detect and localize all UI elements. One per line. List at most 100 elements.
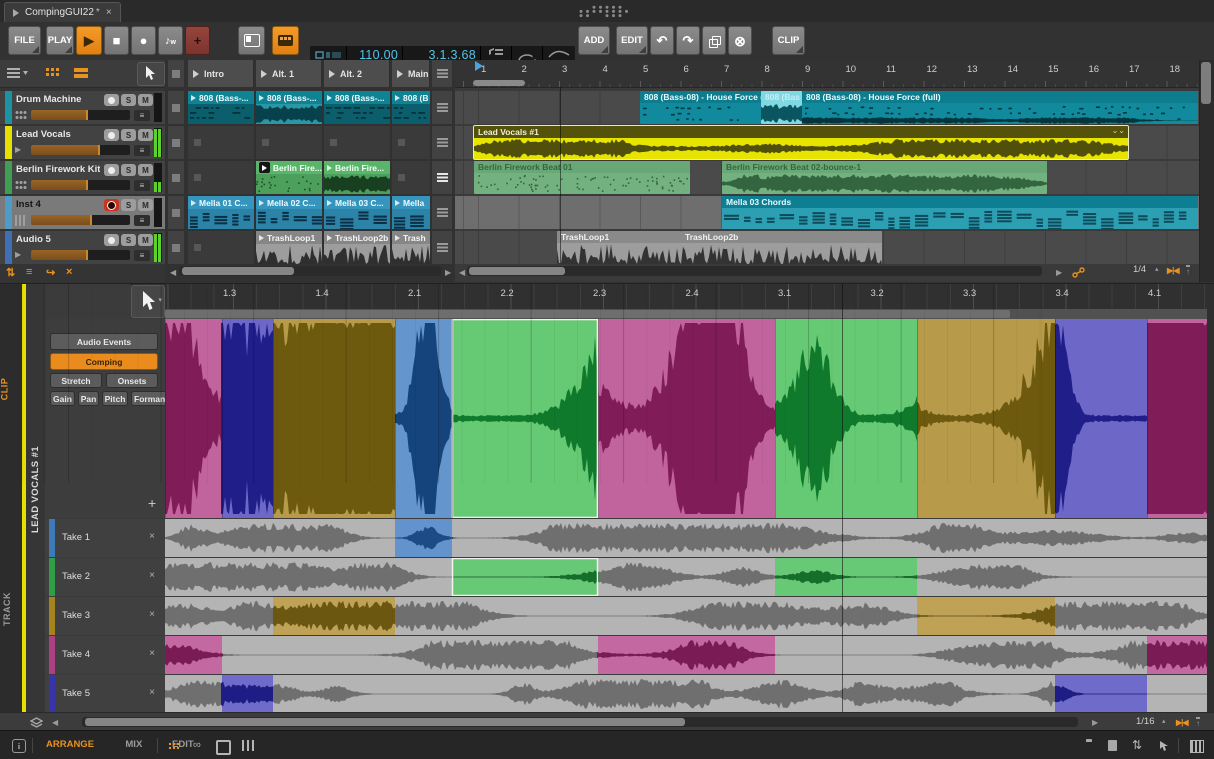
take-close-icon[interactable]: × (149, 570, 155, 581)
list-view-icon[interactable] (74, 68, 88, 79)
record-button[interactable]: ● (131, 26, 156, 55)
solo-button[interactable]: S (121, 234, 136, 246)
scene-launch-icon[interactable] (432, 196, 452, 229)
stop-all-clips-button[interactable] (168, 60, 184, 87)
scene-launch-icon[interactable] (432, 161, 452, 194)
scroll-right-arrow[interactable]: ▶ (1092, 718, 1098, 727)
editor-range-lit[interactable] (165, 310, 1010, 318)
clip-menu-button[interactable]: CLIP (772, 26, 805, 55)
mute-button[interactable]: M (138, 164, 153, 176)
launcher-hscrollbar-thumb[interactable] (182, 267, 294, 275)
arranger-clip[interactable]: TrashLoop2b (681, 231, 882, 264)
zoom-fit-icon[interactable]: ▶|◀ (1176, 718, 1188, 727)
track-name[interactable]: Lead Vocals (16, 129, 71, 140)
scene-header[interactable]: Intro (188, 60, 254, 87)
arranger-track-row[interactable]: Mella 03 Chords (455, 196, 1199, 229)
take-header[interactable]: Take 5× (45, 675, 165, 713)
launcher-clip[interactable]: Mella 02 C... (256, 196, 322, 229)
track-group-icon[interactable]: ≡ (26, 266, 32, 278)
overdub-button[interactable]: ♪w (158, 26, 183, 55)
empty-clip-slot[interactable] (392, 126, 430, 159)
routing-button[interactable]: ≡ (134, 215, 150, 226)
empty-clip-slot[interactable] (188, 161, 254, 194)
volume-fader[interactable] (31, 110, 130, 120)
track-row[interactable]: Berlin Firework KitSM≡ (0, 161, 165, 194)
empty-clip-slot[interactable] (392, 161, 430, 194)
editor-grid-value[interactable]: 1/16 (1136, 716, 1155, 727)
info-icon[interactable]: i (12, 739, 26, 753)
play-button[interactable]: ▶ (76, 26, 102, 55)
edit-menu-button[interactable]: EDIT (616, 26, 648, 55)
track-name[interactable]: Inst 4 (16, 199, 41, 210)
take-lane[interactable] (165, 675, 1207, 713)
hand-tool-icon[interactable] (1156, 739, 1170, 752)
arranger-snap-icon[interactable] (1072, 266, 1086, 278)
volume-fader[interactable] (31, 215, 130, 225)
swap-tracks-icon[interactable]: ⇅ (6, 266, 15, 279)
routing-button[interactable]: ≡ (134, 110, 150, 121)
pointer-tool-button[interactable] (137, 62, 165, 86)
scene-launch-column-icon[interactable] (432, 60, 452, 87)
scene-launch-icon[interactable] (432, 231, 452, 264)
clip-stop-button[interactable] (168, 126, 184, 159)
play-start-marker[interactable] (475, 61, 483, 71)
track-row[interactable]: Audio 5SM▶≡ (0, 231, 165, 264)
arranger-scroll-left[interactable]: ◀ (459, 268, 465, 277)
record-arm-button[interactable] (104, 94, 119, 106)
record-arm-button[interactable] (104, 199, 119, 211)
editor-pointer-tool-button[interactable]: ▾ (131, 285, 165, 318)
take-close-icon[interactable]: × (149, 648, 155, 659)
scene-header[interactable]: Alt. 1 (256, 60, 322, 87)
grid-view-icon[interactable] (46, 68, 59, 79)
track-name[interactable]: Drum Machine (16, 94, 81, 105)
controller-button[interactable] (272, 26, 299, 55)
mute-button[interactable]: M (138, 234, 153, 246)
arranger-track-row[interactable]: TrashLoop1TrashLoop2b (455, 231, 1199, 264)
pan-button[interactable]: Pan (78, 391, 99, 406)
gain-button[interactable]: Gain (50, 391, 75, 406)
view-tab-mix[interactable]: MIX (125, 739, 142, 750)
arranger-scroll-right[interactable]: ▶ (1056, 268, 1062, 277)
volume-fader[interactable] (31, 145, 130, 155)
tab-clip[interactable]: CLIP (0, 378, 9, 401)
routing-button[interactable]: ≡ (134, 250, 150, 261)
launcher-clip[interactable]: Mella (392, 196, 430, 229)
arranger-ruler[interactable]: 123456789101112131415161718 (455, 60, 1199, 88)
take-header[interactable]: Take 4× (45, 636, 165, 674)
comp-icon[interactable]: ⌄⌄ (1112, 127, 1125, 135)
scene-header[interactable]: Main (392, 60, 430, 87)
take-header[interactable]: Take 1× (45, 519, 165, 557)
track-name[interactable]: Berlin Firework Kit (16, 164, 100, 175)
scene-header[interactable]: Alt. 2 (324, 60, 390, 87)
clip-stop-button[interactable] (168, 161, 184, 194)
close-icon[interactable]: × (106, 7, 112, 18)
add-track-button[interactable]: ADD (578, 26, 610, 55)
scroll-left-arrow[interactable]: ◀ (52, 718, 58, 727)
launcher-scroll-right[interactable]: ▶ (445, 268, 451, 277)
clip-stop-button[interactable] (168, 196, 184, 229)
file-menu-button[interactable]: FILE (8, 26, 41, 55)
take-lane[interactable] (165, 519, 1207, 557)
take-header[interactable]: Take 3× (45, 597, 165, 635)
track-row[interactable]: Drum MachineSM≡ (0, 91, 165, 124)
launcher-clip[interactable]: TrashLoop2b (324, 231, 390, 264)
launcher-clip[interactable]: Trash (392, 231, 430, 264)
solo-button[interactable]: S (121, 164, 136, 176)
take-header[interactable]: Take 2× (45, 558, 165, 596)
launcher-clip[interactable]: Berlin Fire... (256, 161, 322, 194)
arranger-vertical-scrollbar-thumb[interactable] (1201, 62, 1211, 104)
stretch-button[interactable]: Stretch (50, 373, 102, 388)
launcher-clip[interactable]: 808 (Bass-... (256, 91, 322, 124)
solo-button[interactable]: S (121, 94, 136, 106)
launcher-clip[interactable]: Mella 01 C... (188, 196, 254, 229)
routing-button[interactable]: ≡ (134, 145, 150, 156)
track-name[interactable]: Audio 5 (16, 234, 51, 245)
project-tab[interactable]: CompingGUI22 * × (4, 2, 121, 22)
take-close-icon[interactable]: × (149, 531, 155, 542)
editor-hscrollbar-thumb[interactable] (85, 718, 685, 726)
delete-button[interactable]: ⊗ (728, 26, 752, 55)
take-lane[interactable] (165, 558, 1207, 596)
follow-playhead-icon[interactable]: ↪ (46, 266, 55, 279)
arranger-clip[interactable]: Berlin Firework Beat 01 (474, 161, 690, 194)
undo-button[interactable]: ↶ (650, 26, 674, 55)
